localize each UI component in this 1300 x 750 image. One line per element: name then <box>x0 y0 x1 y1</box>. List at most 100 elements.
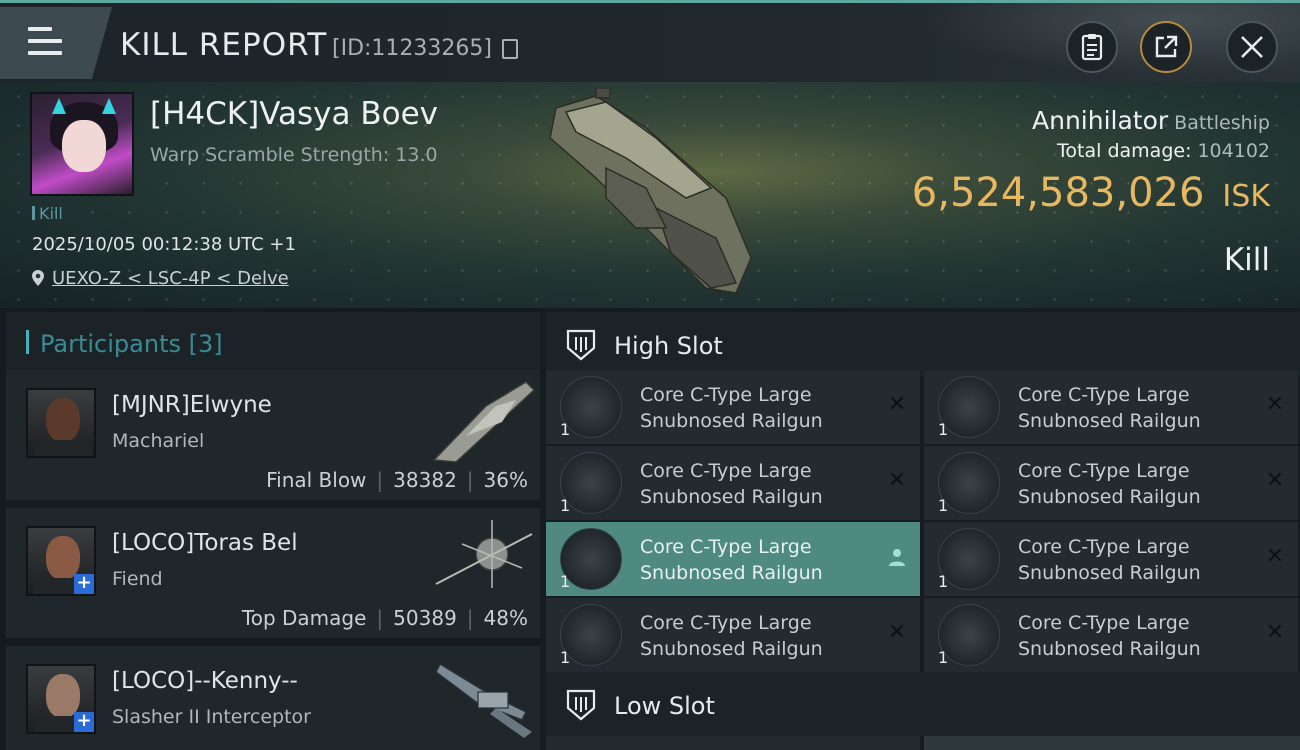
participant-ship: Slasher II Interceptor <box>112 706 311 728</box>
kill-location[interactable]: UEXO-Z < LSC-4P < Delve <box>32 268 289 289</box>
participant-name: [LOCO]--Kenny-- <box>112 668 298 694</box>
module-slot[interactable]: 1 Core C-Type Large Snubnosed Railgun ✕ <box>546 446 920 520</box>
participant-ship: Machariel <box>112 430 205 452</box>
kill-timestamp: 2025/10/05 00:12:38 UTC +1 <box>32 234 296 255</box>
close-button[interactable] <box>1226 21 1278 73</box>
participant-ship-image <box>435 662 532 738</box>
close-icon <box>1241 36 1263 58</box>
module-slot[interactable]: 1 Core C-Type Large Snubnosed Railgun ✕ <box>924 446 1298 520</box>
isk-unit: ISK <box>1222 179 1270 214</box>
participant-name: [LOCO]Toras Bel <box>112 530 298 556</box>
add-contact-icon[interactable]: + <box>74 574 94 594</box>
fitting-panel: High Slot 1 Core C-Type Large Snubnosed R… <box>540 308 1300 750</box>
participants-title: Participants [3] <box>40 330 223 358</box>
module-quantity: 1 <box>938 496 949 515</box>
victim-ship-image <box>549 88 752 294</box>
low-slot-header: Low Slot <box>546 672 1300 736</box>
top-bar: KILL REPORT [ID:11233265] <box>0 0 1300 85</box>
participant-percent: 48% <box>483 606 528 630</box>
module-quantity: 1 <box>560 496 571 515</box>
module-name: Core C-Type Large Snubnosed Railgun <box>1018 460 1201 508</box>
isk-value: 6,524,583,026 ISK <box>912 170 1270 216</box>
participant-stats: Top Damage | 50389 | 48% <box>241 606 528 630</box>
x-icon: ✕ <box>887 392 907 417</box>
total-damage-value: 104102 <box>1197 140 1270 162</box>
x-icon: ✕ <box>1265 468 1285 493</box>
victim-banner: [H4CK]Vasya Boev Warp Scramble Strength:… <box>0 82 1300 308</box>
shield-slot-icon <box>566 689 596 721</box>
module-name: Core C-Type Large Snubnosed Railgun <box>1018 384 1201 432</box>
total-damage-label: Total damage: <box>1057 140 1192 162</box>
participants-label: Participants <box>40 330 181 358</box>
hamburger-icon <box>28 27 62 55</box>
victim-ship-name[interactable]: Annihilator Battleship <box>1032 106 1270 135</box>
copy-icon[interactable] <box>502 39 518 59</box>
participant-ship: Fiend <box>112 568 163 590</box>
ship-type: Annihilator <box>1032 106 1169 135</box>
low-slot-label: Low Slot <box>614 692 715 720</box>
report-id: [ID:11233265] <box>332 36 492 61</box>
ship-class: Battleship <box>1174 112 1270 134</box>
module-quantity: 1 <box>560 648 571 667</box>
x-icon: ✕ <box>887 620 907 645</box>
participants-header: Participants [3] <box>6 312 540 370</box>
warp-scramble-strength: Warp Scramble Strength: 13.0 <box>150 144 438 166</box>
share-button[interactable] <box>1140 21 1192 73</box>
high-slot-label: High Slot <box>614 332 723 360</box>
module-name: Core C-Type Large Snubnosed Railgun <box>1018 612 1201 660</box>
module-slot[interactable]: 1 Core C-Type Large Snubnosed Railgun ✕ <box>924 370 1298 444</box>
module-slot[interactable] <box>924 736 1300 750</box>
clipboard-icon <box>1081 34 1103 61</box>
person-icon <box>889 549 905 566</box>
module-slot[interactable]: 1 Core C-Type Large Snubnosed Railgun ✕ <box>546 370 920 444</box>
participant-avatar[interactable]: + <box>26 664 96 734</box>
page-title: KILL REPORT <box>120 27 328 63</box>
module-name: Core C-Type Large Snubnosed Railgun <box>640 536 823 584</box>
module-slot[interactable] <box>546 736 920 750</box>
module-quantity: 1 <box>560 420 571 439</box>
share-icon <box>1155 35 1178 58</box>
x-icon: ✕ <box>1265 544 1285 569</box>
participant-avatar[interactable]: + <box>26 526 96 596</box>
shield-slot-icon <box>566 329 596 361</box>
module-slot-dropped[interactable]: 1 Core C-Type Large Snubnosed Railgun <box>546 522 920 596</box>
x-icon: ✕ <box>1265 392 1285 417</box>
participant-row[interactable]: + [LOCO]Toras Bel Fiend Top Damage | 50389… <box>6 508 540 640</box>
module-name: Core C-Type Large Snubnosed Railgun <box>640 384 823 432</box>
participant-percent: 36% <box>483 468 528 492</box>
location-link[interactable]: UEXO-Z < LSC-4P < Delve <box>52 268 289 289</box>
participant-row[interactable]: + [LOCO]--Kenny-- Slasher II Interceptor <box>6 646 540 750</box>
menu-button[interactable] <box>0 7 112 79</box>
total-damage: Total damage: 104102 <box>1057 140 1270 162</box>
participant-damage: 50389 <box>393 606 457 630</box>
module-slot[interactable]: 1 Core C-Type Large Snubnosed Railgun ✕ <box>924 522 1298 596</box>
participant-ship-image <box>432 381 536 463</box>
kill-tag: Kill <box>32 204 63 223</box>
module-name: Core C-Type Large Snubnosed Railgun <box>1018 536 1201 584</box>
add-contact-icon[interactable]: + <box>74 712 94 732</box>
participants-panel: Participants [3] [MJNR]Elwyne Machariel … <box>0 308 540 750</box>
participant-role: Top Damage <box>241 606 367 630</box>
kill-result-label: Kill <box>1223 242 1270 278</box>
victim-name[interactable]: [H4CK]Vasya Boev <box>150 96 438 132</box>
participant-damage: 38382 <box>393 468 457 492</box>
participant-row[interactable]: [MJNR]Elwyne Machariel Final Blow | 38382 |… <box>6 370 540 502</box>
x-icon: ✕ <box>1265 620 1285 645</box>
high-slot-header: High Slot <box>546 312 1300 376</box>
module-name: Core C-Type Large Snubnosed Railgun <box>640 460 823 508</box>
module-slot[interactable]: 1 Core C-Type Large Snubnosed Railgun ✕ <box>924 598 1298 672</box>
module-quantity: 1 <box>560 572 571 591</box>
module-quantity: 1 <box>938 572 949 591</box>
isk-amount: 6,524,583,026 <box>911 170 1205 216</box>
participants-count: [3] <box>188 330 223 358</box>
participant-role: Final Blow <box>266 468 367 492</box>
location-pin-icon <box>32 270 44 286</box>
participant-avatar[interactable] <box>26 388 96 458</box>
participant-ship-image <box>435 520 533 588</box>
clipboard-button[interactable] <box>1066 21 1118 73</box>
module-slot[interactable]: 1 Core C-Type Large Snubnosed Railgun ✕ <box>546 598 920 672</box>
module-name: Core C-Type Large Snubnosed Railgun <box>640 612 823 660</box>
participant-stats: Final Blow | 38382 | 36% <box>266 468 528 492</box>
victim-avatar[interactable] <box>30 92 134 196</box>
x-icon: ✕ <box>887 468 907 493</box>
